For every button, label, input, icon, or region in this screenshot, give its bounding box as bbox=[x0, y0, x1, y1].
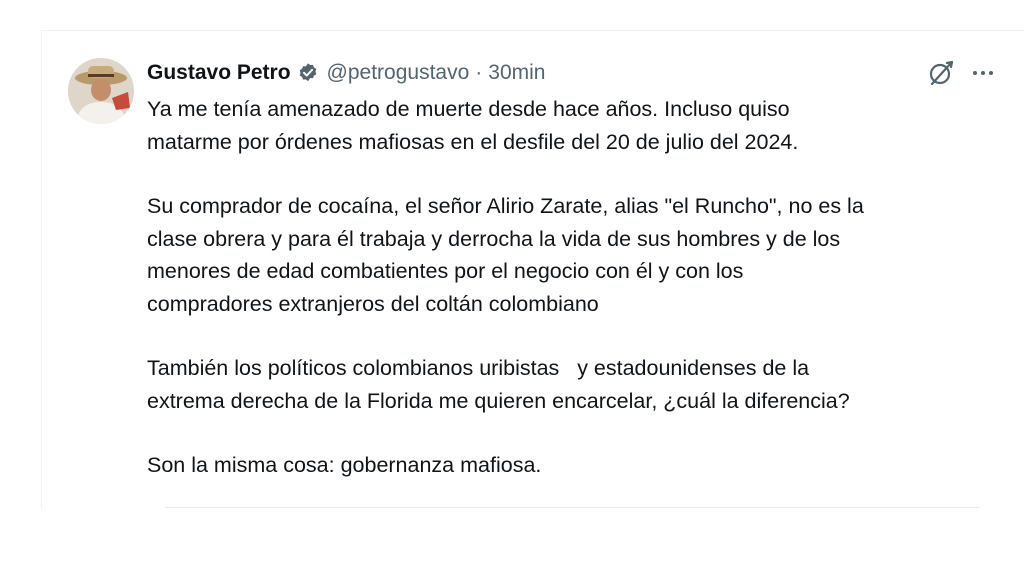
tweet-line: matarme por órdenes mafiosas en el desfi… bbox=[147, 129, 799, 154]
tweet-line: Son la misma cosa: gobernanza mafiosa. bbox=[147, 453, 542, 477]
display-name[interactable]: Gustavo Petro bbox=[147, 61, 291, 85]
tweet-line: extrema derecha de la Florida me quieren… bbox=[147, 388, 850, 413]
verified-badge-icon[interactable] bbox=[297, 62, 319, 84]
tweet-header: Gustavo Petro @petrogustavo · 30min bbox=[147, 58, 545, 88]
tweet-line: También los políticos colombianos uribis… bbox=[147, 356, 810, 380]
handle[interactable]: @petrogustavo bbox=[327, 61, 470, 85]
tweet-text: Ya me tenía amenazado de muerte desde ha… bbox=[147, 93, 997, 482]
separator-dot: · bbox=[475, 61, 483, 84]
slashed-circle-icon[interactable] bbox=[926, 58, 956, 88]
timestamp[interactable]: 30min bbox=[488, 61, 545, 85]
tweet-line: Ya me tenía amenazado de muerte desde ha… bbox=[147, 97, 790, 121]
avatar[interactable] bbox=[68, 58, 134, 124]
tweet-line: clase obrera y para él trabaja y derroch… bbox=[147, 226, 841, 251]
tweet-line: compradores extranjeros del coltán colom… bbox=[147, 291, 599, 316]
more-dots-icon[interactable] bbox=[968, 58, 998, 88]
divider bbox=[165, 507, 980, 508]
tweet-line: Su comprador de cocaína, el señor Alirio… bbox=[147, 194, 864, 218]
tweet-line: menores de edad combatientes por el nego… bbox=[147, 259, 744, 283]
